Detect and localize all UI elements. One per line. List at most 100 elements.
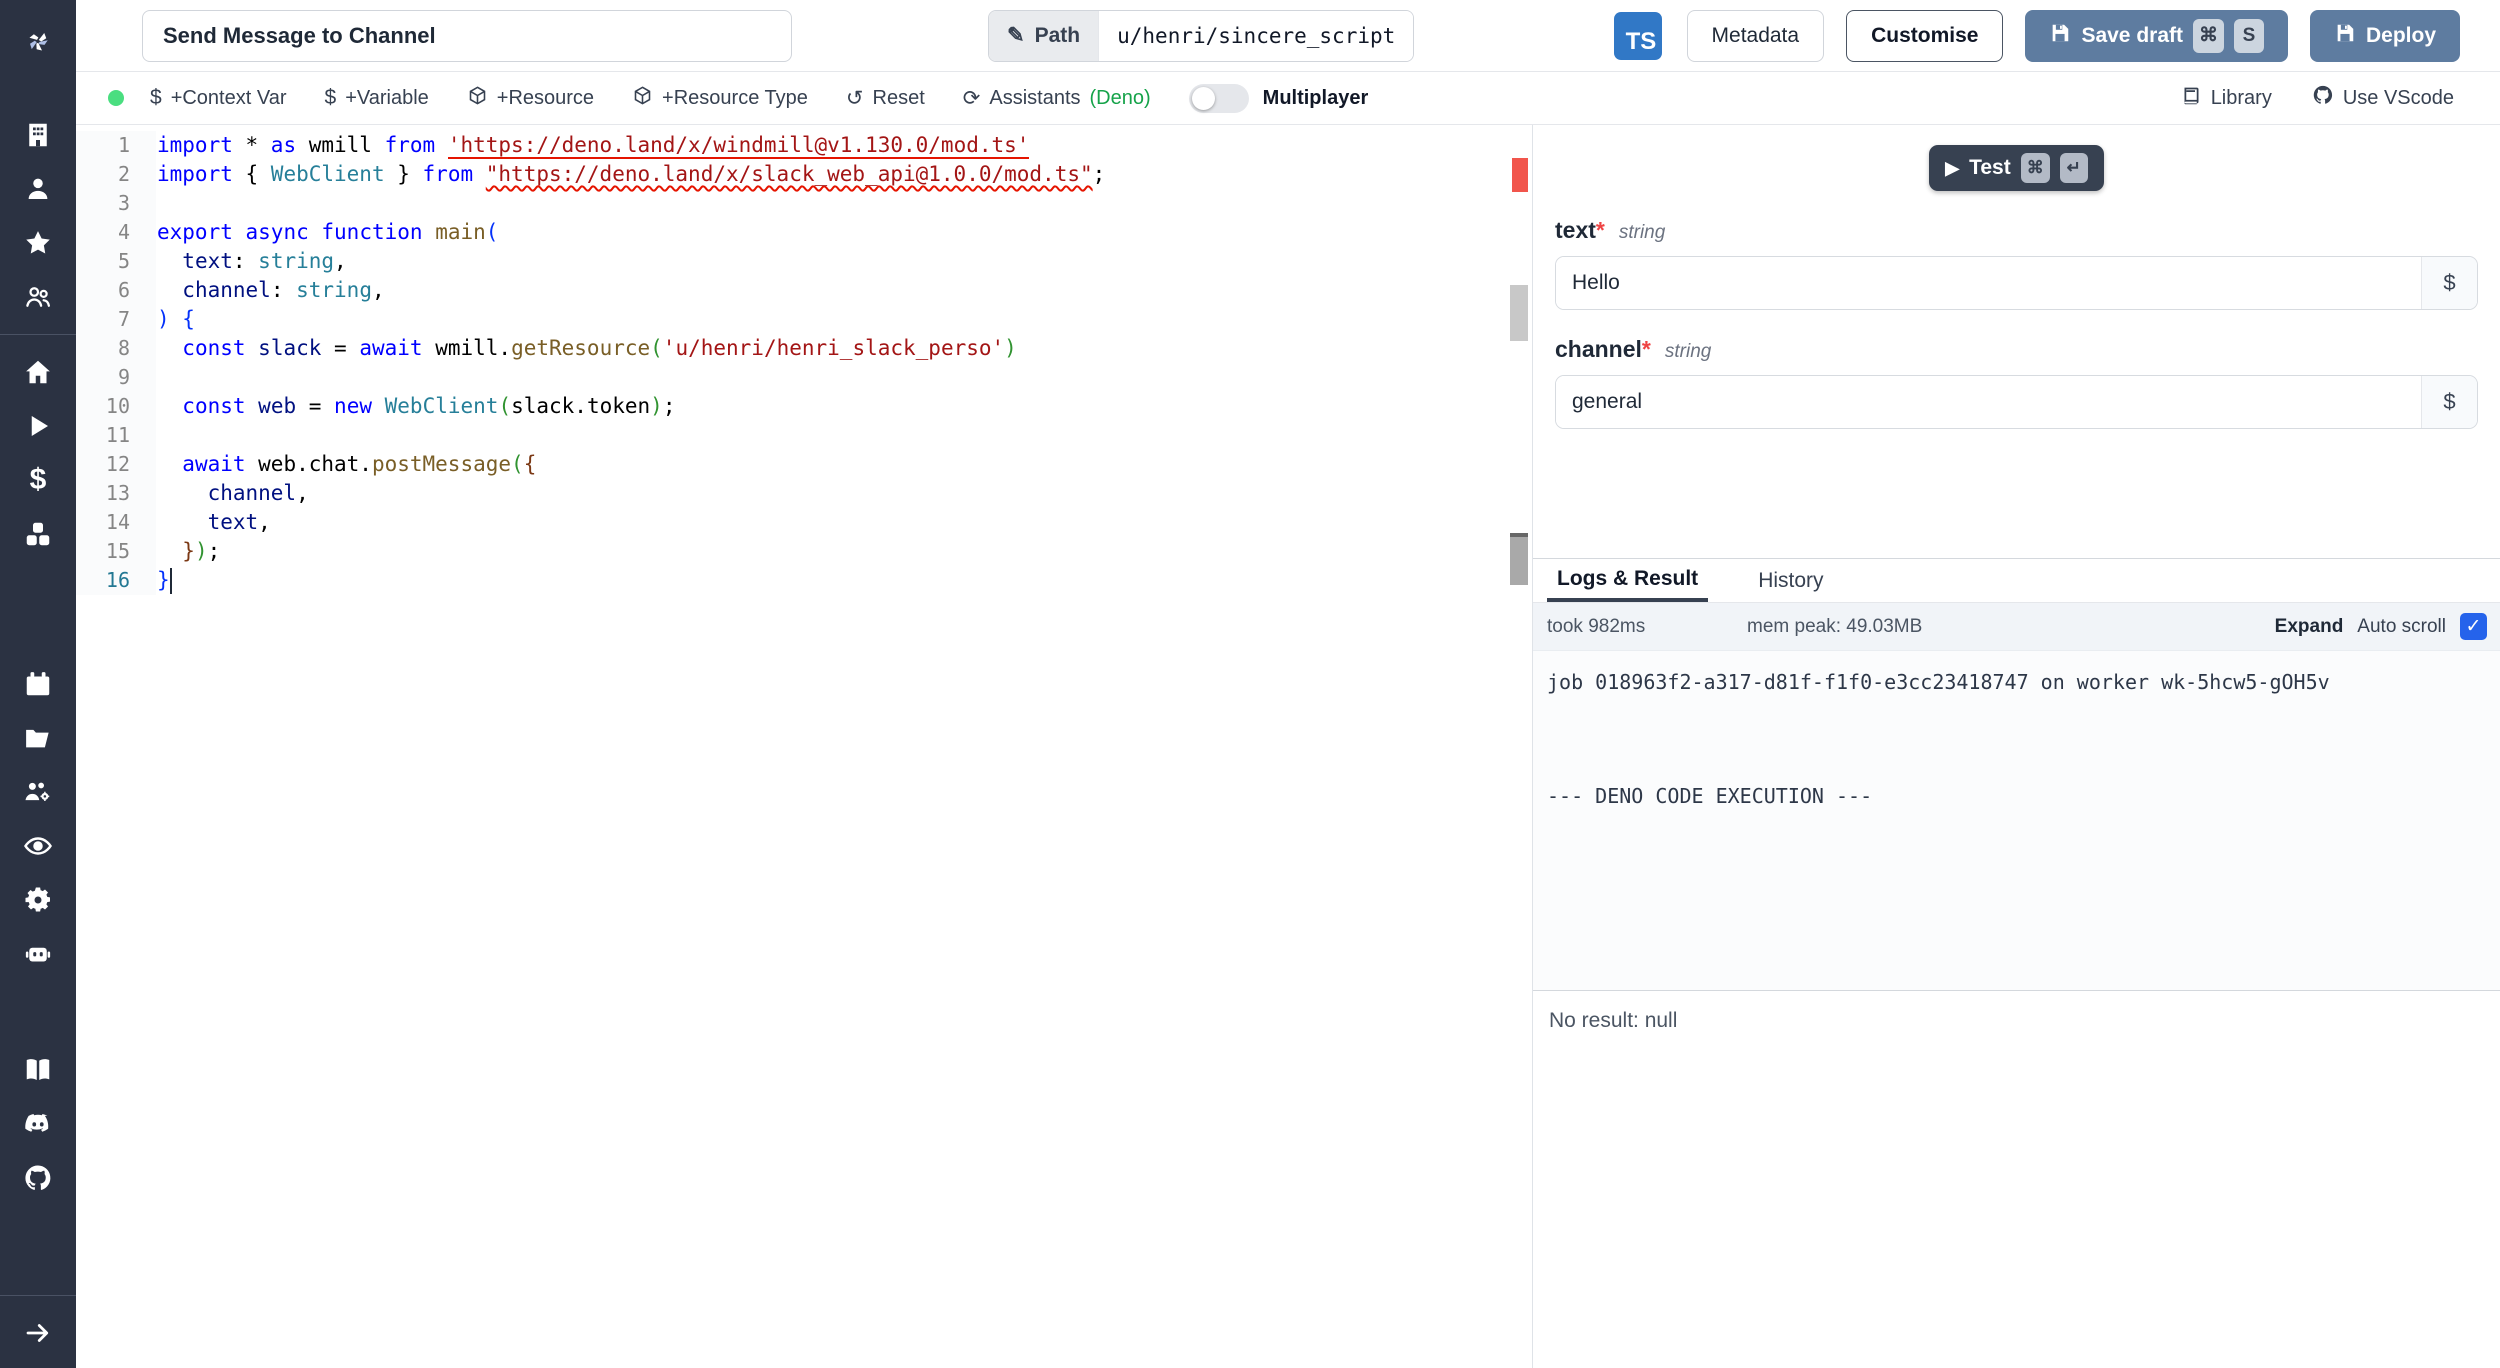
add-resource-button[interactable]: +Resource (467, 85, 594, 112)
customise-button[interactable]: Customise (1846, 9, 2004, 62)
use-vscode-button[interactable]: Use VScode (2312, 84, 2454, 112)
text-arg-input[interactable] (1556, 257, 2421, 309)
scrollbar-thumb[interactable] (1510, 533, 1528, 585)
path-label: Path (1034, 23, 1081, 47)
library-label: Library (2210, 86, 2272, 109)
results-tabbar: Logs & Result History (1533, 559, 2500, 603)
dollar-icon: $ (150, 86, 162, 109)
reset-button[interactable]: ↺ Reset (846, 86, 925, 111)
windmill-logo-icon[interactable] (0, 14, 76, 68)
test-button[interactable]: ▶ Test ⌘ ↵ (1929, 145, 2104, 191)
variables-dollar-icon[interactable]: $ (0, 453, 76, 507)
sidebar-divider (0, 1295, 76, 1296)
insert-variable-button[interactable]: $ (2421, 376, 2477, 428)
arg-type: string (1618, 222, 1666, 243)
required-asterisk: * (1641, 336, 1651, 362)
arg-type: string (1664, 341, 1712, 362)
arg-name: channel (1555, 336, 1642, 362)
scrollbar-thumb[interactable] (1510, 285, 1528, 341)
robot-icon[interactable] (0, 927, 76, 981)
s-key-badge: S (2233, 18, 2264, 53)
package-icon (467, 85, 488, 112)
pencil-icon: ✎ (1007, 24, 1025, 47)
customise-label: Customise (1871, 23, 1979, 47)
path-group: ✎ Path u/henri/sincere_script (988, 9, 1415, 62)
metadata-label: Metadata (1711, 23, 1800, 47)
duration-stat: took 982ms (1547, 615, 1646, 637)
user-icon[interactable] (0, 162, 76, 216)
code-editor[interactable]: 1 import * as wmill from 'https://deno.la… (76, 125, 1532, 1368)
error-marker (1512, 158, 1528, 192)
workspace-building-icon[interactable] (0, 108, 76, 162)
runs-play-icon[interactable] (0, 399, 76, 453)
test-label: Test (1969, 156, 2011, 179)
home-icon[interactable] (0, 345, 76, 399)
schedules-calendar-icon[interactable] (0, 657, 76, 711)
assistants-button[interactable]: ⟳ Assistants (Deno) (963, 86, 1151, 111)
top-bar: ✎ Path u/henri/sincere_script TS Metadat… (76, 0, 2500, 72)
editor-scrollbar[interactable] (1508, 125, 1530, 1368)
play-icon: ▶ (1945, 157, 1960, 178)
refresh-icon: ⟳ (962, 86, 981, 110)
context-var-label: +Context Var (170, 86, 287, 109)
expand-button[interactable]: Expand (2275, 616, 2344, 638)
resource-label: +Resource (496, 86, 595, 109)
cmd-key-badge: ⌘ (2020, 153, 2050, 183)
groups-icon[interactable] (0, 270, 76, 324)
sidebar-divider (0, 334, 76, 335)
book-icon (2181, 85, 2202, 112)
package-icon (632, 85, 653, 112)
insert-variable-button[interactable]: $ (2421, 257, 2477, 309)
dollar-icon: $ (324, 86, 337, 109)
memory-stat: mem peak: 49.03MB (1747, 615, 1923, 637)
tab-history[interactable]: History (1748, 559, 1833, 602)
tab-logs-result[interactable]: Logs & Result (1547, 559, 1709, 602)
log-output: job 018963f2-a317-d81f-f1f0-e3cc23418747… (1533, 651, 2500, 991)
run-stats-bar: took 982ms mem peak: 49.03MB Expand Auto… (1533, 603, 2500, 651)
windmill-script-editor: $ Send Message to Channel ✎ Path u/henri… (0, 0, 2500, 1368)
add-resource-type-button[interactable]: +Resource Type (632, 85, 808, 112)
multiplayer-toggle[interactable] (1188, 83, 1249, 113)
status-dot (108, 90, 124, 106)
save-draft-button[interactable]: Save draft ⌘ S (2025, 9, 2288, 62)
favorites-star-icon[interactable] (0, 216, 76, 270)
add-context-var-button[interactable]: $ +Context Var (150, 86, 287, 110)
autoscroll-checkbox[interactable]: ✓ (2460, 613, 2487, 640)
workers-icon[interactable] (0, 765, 76, 819)
save-draft-label: Save draft (2081, 23, 2183, 47)
github-icon[interactable] (0, 1151, 76, 1205)
metadata-button[interactable]: Metadata (1686, 9, 1825, 62)
typescript-badge: TS (1614, 11, 1663, 60)
preview-panel: ▶ Test ⌘ ↵ text* string $ channel* strin… (1532, 125, 2500, 1368)
edit-path-button[interactable]: ✎ Path (989, 10, 1099, 61)
collapse-arrow-icon[interactable] (0, 1306, 76, 1360)
required-asterisk: * (1595, 217, 1605, 243)
assistants-lang-label: (Deno) (1089, 86, 1151, 109)
channel-arg-input[interactable] (1556, 376, 2421, 428)
enter-key-badge: ↵ (2059, 153, 2088, 183)
reset-label: Reset (872, 86, 925, 109)
resource-type-label: +Resource Type (662, 86, 808, 109)
arg-field-text: text* string $ (1533, 217, 2500, 310)
resources-cubes-icon[interactable] (0, 507, 76, 561)
library-button[interactable]: Library (2181, 85, 2272, 112)
results-section: Logs & Result History took 982ms mem pea… (1533, 558, 2500, 1368)
reset-icon: ↺ (845, 86, 864, 110)
left-sidebar: $ (0, 0, 76, 1368)
code-lines: 1 import * as wmill from 'https://deno.la… (76, 125, 1532, 595)
result-output: No result: null (1533, 991, 2500, 1051)
deploy-button[interactable]: Deploy (2309, 9, 2460, 62)
settings-gear-icon[interactable] (0, 873, 76, 927)
script-title-input[interactable] (142, 9, 792, 62)
audit-eye-icon[interactable] (0, 819, 76, 873)
assistants-label: Assistants (989, 86, 1081, 109)
path-value[interactable]: u/henri/sincere_script (1098, 10, 1414, 61)
discord-icon[interactable] (0, 1097, 76, 1151)
save-icon (2334, 22, 2356, 50)
variable-label: +Variable (345, 86, 429, 109)
add-variable-button[interactable]: $ +Variable (325, 86, 429, 110)
folders-icon[interactable] (0, 711, 76, 765)
autoscroll-label: Auto scroll (2357, 615, 2446, 637)
docs-book-icon[interactable] (0, 1043, 76, 1097)
deploy-label: Deploy (2365, 23, 2436, 47)
